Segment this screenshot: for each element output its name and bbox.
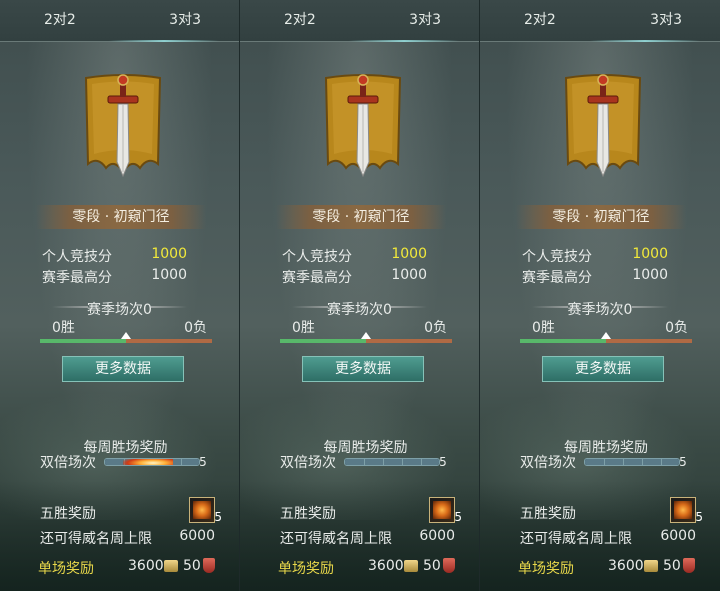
progress-fill [345,459,439,465]
mode-tabs: 2对2 3对3 [0,0,239,42]
coin-icon [404,560,418,572]
ratio-marker [361,332,371,339]
rank-title: 零段 · 初窥门径 [276,205,446,229]
win-loss-bar [280,332,452,343]
win-loss-bar [520,332,692,343]
personal-score-label: 个人竞技分 [522,249,592,265]
losses-count: 0负 [424,320,447,336]
five-wins-label: 五胜奖励 [280,506,336,522]
arena-panel: 2对2 3对3 零段 · 初窥门径 个人竞技分 1000 赛季最高分 1000 … [480,0,720,591]
wins-count: 0胜 [52,320,75,336]
single-reward-label: 单场奖励 [518,561,574,577]
five-wins-count: 5 [214,510,222,524]
tab-3v3[interactable]: 3对3 [409,9,441,29]
single-shield-value: 50 [183,558,201,574]
single-reward-label: 单场奖励 [278,561,334,577]
progress-fill [585,459,679,465]
remain-value: 6000 [179,528,215,544]
ratio-marker [121,332,131,339]
progress-track [104,458,200,466]
coin-icon [164,560,178,572]
losses-count: 0负 [665,320,688,336]
win-loss-bar [40,332,212,343]
tab-3v3[interactable]: 3对3 [650,9,682,29]
rank-title: 零段 · 初窥门径 [36,205,206,229]
remain-label: 还可得威名周上限 [520,531,632,547]
wins-count: 0胜 [292,320,315,336]
season-high-value: 1000 [391,267,427,283]
sword-banner-icon [564,74,642,178]
remain-value: 6000 [660,528,696,544]
five-wins-label: 五胜奖励 [520,506,576,522]
season-high-value: 1000 [151,267,187,283]
sword-banner-icon [324,74,402,178]
more-data-button[interactable]: 更多数据 [62,356,184,382]
single-shield-value: 50 [663,558,681,574]
personal-score-label: 个人竞技分 [42,249,112,265]
win-ratio-fill [280,339,366,343]
coin-icon [644,560,658,572]
losses-count: 0负 [184,320,207,336]
season-high-value: 1000 [632,267,668,283]
more-data-button[interactable]: 更多数据 [542,356,664,382]
progress-track [344,458,440,466]
double-matches-progress: 5 [104,455,212,469]
single-reward-label: 单场奖励 [38,561,94,577]
personal-score-value: 1000 [632,246,668,262]
shield-icon [443,558,455,573]
tab-3v3[interactable]: 3对3 [169,9,201,29]
remain-value: 6000 [419,528,455,544]
personal-score-value: 1000 [391,246,427,262]
win-ratio-fill [40,339,126,343]
wins-count: 0胜 [532,320,555,336]
single-coin-value: 3600 [128,558,164,574]
five-wins-count: 5 [695,510,703,524]
tab-2v2[interactable]: 2对2 [524,9,556,29]
ratio-marker [601,332,611,339]
double-matches-label: 双倍场次 [520,455,576,471]
win-ratio-fill [520,339,606,343]
more-data-button[interactable]: 更多数据 [302,356,424,382]
double-matches-label: 双倍场次 [40,455,96,471]
remain-label: 还可得威名周上限 [280,531,392,547]
double-count: 5 [434,453,452,471]
personal-score-value: 1000 [151,246,187,262]
season-matches: 赛季场次0 [327,302,392,318]
season-matches: 赛季场次0 [87,302,152,318]
double-count: 5 [674,453,692,471]
personal-score-label: 个人竞技分 [282,249,352,265]
single-coin-value: 3600 [608,558,644,574]
single-coin-value: 3600 [368,558,404,574]
double-count: 5 [194,453,212,471]
reward-chest-icon[interactable]: 5 [189,497,222,524]
mode-tabs: 2对2 3对3 [240,0,479,42]
season-high-label: 赛季最高分 [522,270,592,286]
season-high-label: 赛季最高分 [42,270,112,286]
progress-track [584,458,680,466]
reward-chest-icon[interactable]: 5 [670,497,703,524]
arena-panel: 2对2 3对3 零段 · 初窥门径 个人竞技分 1000 赛季最高分 1000 … [240,0,480,591]
season-matches: 赛季场次0 [567,302,633,318]
tab-2v2[interactable]: 2对2 [284,9,316,29]
double-matches-label: 双倍场次 [280,455,336,471]
remain-label: 还可得威名周上限 [40,531,152,547]
five-wins-label: 五胜奖励 [40,506,96,522]
tab-2v2[interactable]: 2对2 [44,9,76,29]
five-wins-count: 5 [454,510,462,524]
fire-effect [123,459,173,465]
shield-icon [683,558,695,573]
arena-panel: 2对2 3对3 零段 · 初窥门径 个人竞技分 1000 赛季最高分 1000 … [0,0,240,591]
shield-icon [203,558,215,573]
reward-chest-icon[interactable]: 5 [429,497,462,524]
double-matches-progress: 5 [344,455,452,469]
sword-banner-icon [84,74,162,178]
arena-screen: 2对2 3对3 零段 · 初窥门径 个人竞技分 1000 赛季最高分 1000 … [0,0,720,591]
double-matches-progress: 5 [584,455,692,469]
mode-tabs: 2对2 3对3 [480,0,720,42]
single-shield-value: 50 [423,558,441,574]
season-high-label: 赛季最高分 [282,270,352,286]
rank-title: 零段 · 初窥门径 [516,205,686,229]
